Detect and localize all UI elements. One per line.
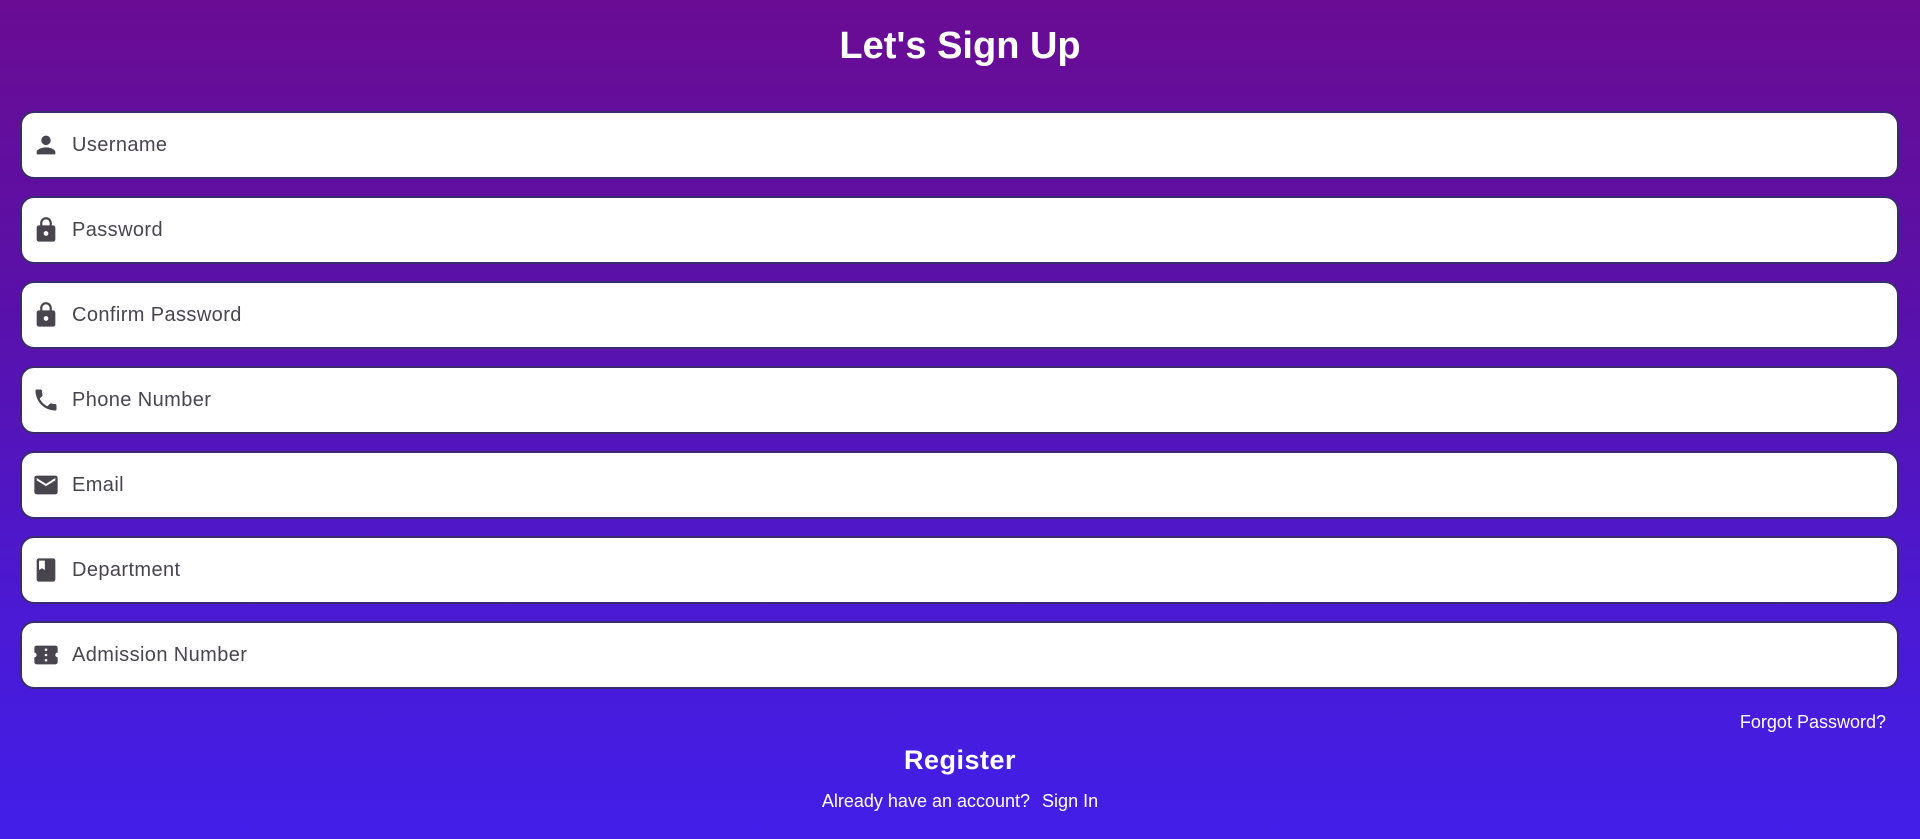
person-icon	[32, 131, 60, 159]
department-field[interactable]	[20, 536, 1899, 604]
admission-number-field[interactable]	[20, 621, 1899, 689]
ticket-icon	[32, 641, 60, 669]
signup-form	[20, 111, 1899, 706]
email-field[interactable]	[20, 451, 1899, 519]
phone-number-field[interactable]	[20, 366, 1899, 434]
password-input[interactable]	[72, 198, 1897, 262]
signin-prompt: Already have an account?	[821, 791, 1031, 811]
confirm-password-field[interactable]	[20, 281, 1899, 349]
department-input[interactable]	[72, 538, 1897, 602]
confirm-password-input[interactable]	[72, 283, 1897, 347]
register-button[interactable]: Register	[904, 745, 1016, 775]
phone-number-input[interactable]	[72, 368, 1897, 432]
email-input[interactable]	[72, 453, 1897, 517]
username-input[interactable]	[72, 113, 1897, 177]
password-field[interactable]	[20, 196, 1899, 264]
email-icon	[32, 471, 60, 499]
lock-icon	[32, 301, 60, 329]
username-field[interactable]	[20, 111, 1899, 179]
lock-icon	[32, 216, 60, 244]
signin-row: Already have an account? Sign In	[0, 789, 1920, 813]
register-row: Register	[0, 742, 1920, 778]
forgot-password-link[interactable]: Forgot Password?	[1740, 710, 1886, 734]
book-icon	[32, 556, 60, 584]
admission-number-input[interactable]	[72, 623, 1897, 687]
signin-link[interactable]: Sign In	[1042, 791, 1098, 811]
page-title: Let's Sign Up	[839, 25, 1081, 67]
phone-icon	[32, 386, 60, 414]
